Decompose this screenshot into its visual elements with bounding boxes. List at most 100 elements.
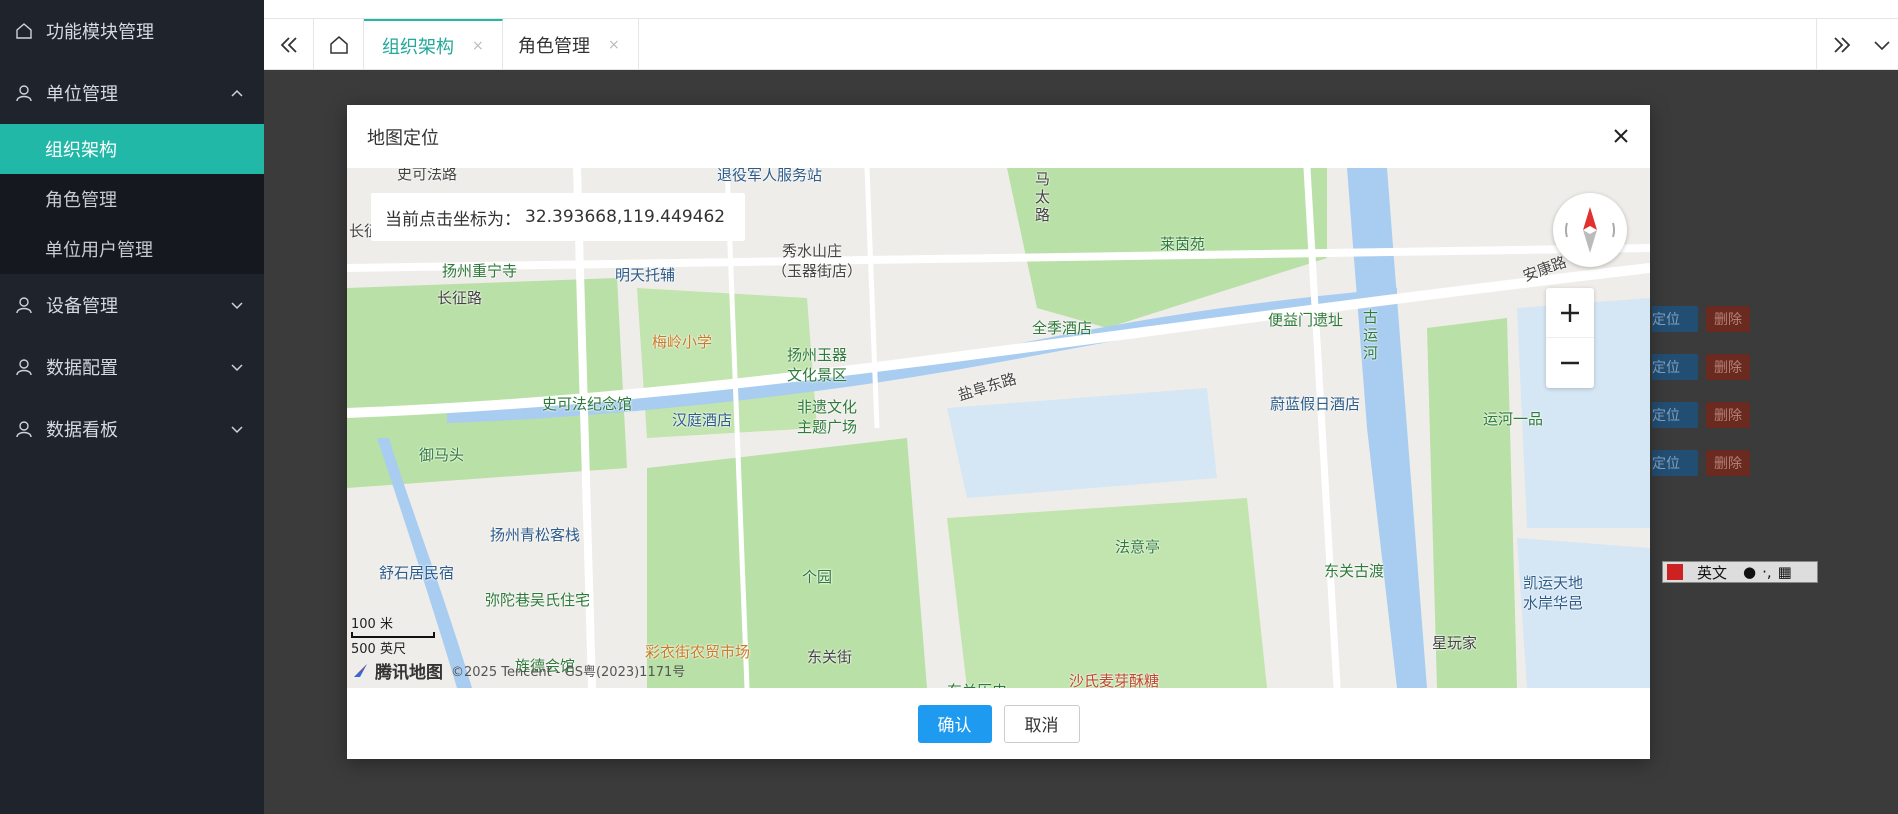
menu-label: 功能模块管理 bbox=[46, 22, 154, 43]
map-label: 便益门遗址 bbox=[1268, 311, 1344, 329]
chevron-down-icon bbox=[231, 426, 243, 434]
tab-role-management[interactable]: 角色管理 × bbox=[500, 19, 639, 70]
scale-meters: 100 米 bbox=[351, 617, 393, 632]
sub-item-unit-user-management[interactable]: 单位用户管理 bbox=[0, 224, 264, 274]
chevron-down-icon bbox=[1874, 40, 1890, 50]
coordinate-readout: 当前点击坐标为： 32.393668,119.449462 bbox=[371, 193, 746, 241]
scroll-tabs-left-button[interactable] bbox=[264, 19, 314, 70]
map-label: 扬州玉器 bbox=[787, 346, 848, 364]
menu-item-function-modules[interactable]: 功能模块管理 bbox=[0, 0, 264, 62]
coordinate-value: 32.393668,119.449462 bbox=[525, 207, 726, 227]
submenu-unit-management: 组织架构 角色管理 单位用户管理 bbox=[0, 124, 264, 274]
home-icon bbox=[14, 21, 34, 41]
tab-org-structure[interactable]: 组织架构 × bbox=[364, 19, 503, 70]
user-icon bbox=[14, 83, 34, 103]
home-icon bbox=[329, 35, 348, 54]
map-label: 扬州青松客栈 bbox=[490, 526, 581, 544]
minus-icon bbox=[1561, 361, 1579, 365]
dialog-header: 地图定位 bbox=[347, 105, 1650, 168]
zoom-control bbox=[1546, 288, 1594, 388]
ime-keyboard-icon[interactable]: ▦ bbox=[1778, 563, 1792, 581]
park-area bbox=[947, 498, 1267, 688]
delete-button[interactable]: 删除 bbox=[1706, 354, 1750, 380]
home-tab-button[interactable] bbox=[314, 19, 364, 70]
tab-label: 组织架构 bbox=[382, 36, 454, 58]
double-chevron-right-icon bbox=[1833, 36, 1850, 53]
scale-feet: 500 英尺 bbox=[351, 642, 406, 657]
map-label: 莱茵苑 bbox=[1160, 235, 1206, 253]
top-strip bbox=[264, 0, 1898, 19]
tencent-map-logo-icon bbox=[354, 663, 367, 677]
close-icon[interactable]: × bbox=[608, 37, 620, 53]
map-attribution: 腾讯地图 ©2025 Tencent - GS粤(2023)1171号 bbox=[351, 658, 685, 683]
ime-toolbar[interactable]: 英文 ● ·, ▦ bbox=[1662, 561, 1818, 583]
menu-item-data-config[interactable]: 数据配置 bbox=[0, 336, 264, 398]
map-label: 古运河 bbox=[1363, 308, 1379, 362]
locate-button[interactable]: 定位 bbox=[1652, 354, 1698, 380]
tabs-dropdown-button[interactable] bbox=[1866, 19, 1898, 70]
cancel-button[interactable]: 取消 bbox=[1003, 704, 1080, 743]
compass-control[interactable] bbox=[1553, 193, 1627, 267]
map-label: 星玩家 bbox=[1432, 634, 1478, 652]
map-label: 东关古渡 bbox=[1324, 562, 1385, 580]
close-icon[interactable]: × bbox=[472, 38, 484, 54]
sub-item-role-management[interactable]: 角色管理 bbox=[0, 174, 264, 224]
map-label: 退役军人服务站 bbox=[717, 168, 823, 184]
ime-mode: 英文 bbox=[1697, 563, 1728, 582]
map-brand: 腾讯地图 bbox=[375, 663, 443, 683]
chevron-up-icon bbox=[231, 89, 243, 97]
map-label: 水岸华邑 bbox=[1523, 594, 1584, 612]
ime-fullwidth-icon[interactable]: ● bbox=[1743, 563, 1756, 581]
map-label: 蔚蓝假日酒店 bbox=[1270, 395, 1361, 413]
menu-label: 数据看板 bbox=[46, 420, 118, 441]
user-icon bbox=[14, 357, 34, 377]
delete-button[interactable]: 删除 bbox=[1706, 306, 1750, 332]
map-copyright: ©2025 Tencent - GS粤(2023)1171号 bbox=[451, 665, 686, 680]
confirm-button[interactable]: 确认 bbox=[917, 704, 992, 743]
map-label: 明天托辅 bbox=[615, 266, 676, 284]
sidebar: 功能模块管理 单位管理 组织架构 角色管理 单位用户管理 设备管理 数据配置 数… bbox=[0, 0, 264, 814]
ime-logo-icon bbox=[1667, 564, 1683, 580]
map-label: 史可法路 bbox=[397, 168, 458, 183]
delete-button[interactable]: 删除 bbox=[1706, 402, 1750, 428]
scroll-tabs-right-button[interactable] bbox=[1816, 19, 1866, 70]
chevron-down-icon bbox=[231, 302, 243, 310]
menu-item-device-management[interactable]: 设备管理 bbox=[0, 274, 264, 336]
map-location-dialog: 地图定位 史可法路 退役军人服务站 秀水山庄 （玉器街店） 扬州重宁寺 明天托辅… bbox=[347, 105, 1650, 759]
map-label: 舒石居民宿 bbox=[379, 564, 455, 582]
locate-button[interactable]: 定位 bbox=[1652, 402, 1698, 428]
zoom-out-button[interactable] bbox=[1546, 338, 1594, 388]
map-label: 长征路 bbox=[437, 289, 483, 307]
zoom-in-button[interactable] bbox=[1546, 288, 1594, 338]
close-icon[interactable] bbox=[1610, 125, 1632, 147]
locate-button[interactable]: 定位 bbox=[1652, 450, 1698, 476]
map-label: 汉庭酒店 bbox=[672, 411, 733, 429]
map-label: 扬州重宁寺 bbox=[442, 262, 518, 280]
compass-icon bbox=[1564, 207, 1616, 253]
menu-item-unit-management[interactable]: 单位管理 bbox=[0, 62, 264, 124]
map-canvas[interactable]: 史可法路 退役军人服务站 秀水山庄 （玉器街店） 扬州重宁寺 明天托辅 长征路 … bbox=[347, 168, 1650, 688]
locate-button[interactable]: 定位 bbox=[1652, 306, 1698, 332]
map-label: 非遗文化 bbox=[797, 398, 858, 416]
map-label: 凯运天地 bbox=[1523, 574, 1584, 592]
menu-item-data-dashboard[interactable]: 数据看板 bbox=[0, 398, 264, 460]
menu-label: 单位管理 bbox=[46, 84, 118, 105]
map-label: 御马头 bbox=[419, 446, 465, 464]
map-label: 弥陀巷吴氏住宅 bbox=[485, 591, 591, 609]
user-icon bbox=[14, 419, 34, 439]
map-scale: 100 米 500 英尺 bbox=[351, 613, 435, 657]
delete-button[interactable]: 删除 bbox=[1706, 450, 1750, 476]
tab-bar: 组织架构 × 角色管理 × bbox=[264, 0, 1898, 70]
map-label: 沙氏麦芽酥糖 bbox=[1069, 672, 1160, 688]
map-label: 主题广场 bbox=[797, 418, 858, 436]
map-label: 东关街 bbox=[807, 648, 853, 666]
residential-area bbox=[1517, 538, 1650, 688]
map-label: 梅岭小学 bbox=[652, 333, 713, 351]
map-label: 文化景区 bbox=[787, 366, 848, 384]
ime-punctuation-icon[interactable]: ·, bbox=[1762, 563, 1772, 581]
sub-item-org-structure[interactable]: 组织架构 bbox=[0, 124, 264, 174]
map-label: 法意亭 bbox=[1115, 538, 1161, 556]
user-icon bbox=[14, 295, 34, 315]
dialog-footer: 确认 取消 bbox=[347, 688, 1650, 759]
chevron-down-icon bbox=[231, 364, 243, 372]
